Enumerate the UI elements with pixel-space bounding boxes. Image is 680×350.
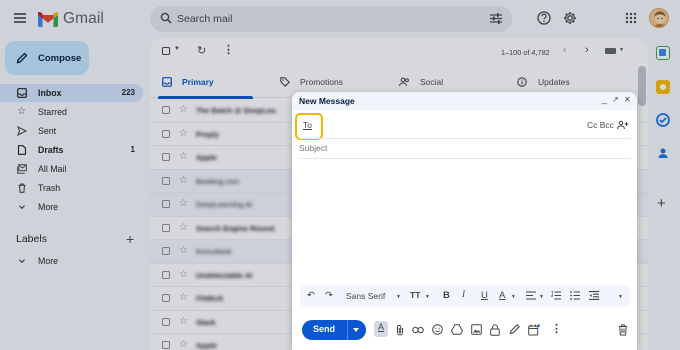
- gmail-window: Gmail Search mail Compose Inbox 223 ☆ St…: [0, 0, 680, 350]
- emoji-icon[interactable]: [432, 324, 443, 335]
- insert-link-icon[interactable]: [412, 326, 424, 334]
- send-button[interactable]: Send: [302, 320, 366, 340]
- schedule-send-dropdown-icon[interactable]: [353, 328, 359, 332]
- subject-input[interactable]: Subject: [299, 143, 327, 153]
- underline-icon[interactable]: U: [481, 290, 488, 301]
- compose-title: New Message: [299, 96, 355, 106]
- add-recipient-icon[interactable]: [617, 120, 629, 130]
- close-icon[interactable]: ✕: [624, 95, 631, 104]
- font-dropdown-icon[interactable]: ▼: [396, 294, 401, 300]
- undo-icon[interactable]: ↶: [307, 290, 315, 301]
- discard-draft-trash-icon[interactable]: [618, 324, 628, 336]
- attach-file-icon[interactable]: [395, 324, 405, 336]
- formatting-toolbar: ↶ ↷ Sans Serif ▼ TT ▼ B I U A ▼ ▼ ▼: [300, 285, 630, 307]
- numbered-list-icon[interactable]: [551, 291, 561, 300]
- schedule-calendar-icon[interactable]: [528, 324, 540, 336]
- indent-less-icon[interactable]: [589, 291, 599, 300]
- confidential-mode-icon[interactable]: [490, 324, 500, 336]
- insert-photo-icon[interactable]: [471, 324, 482, 335]
- bold-icon[interactable]: B: [443, 290, 450, 301]
- align-icon[interactable]: [526, 291, 536, 300]
- google-drive-icon[interactable]: [451, 324, 463, 335]
- expand-icon[interactable]: ↗: [612, 95, 619, 104]
- send-label: Send: [313, 324, 336, 334]
- cc-bcc-link[interactable]: Cc Bcc: [587, 120, 614, 130]
- compose-header[interactable]: New Message _ ↗ ✕: [292, 92, 637, 110]
- bulleted-list-icon[interactable]: [570, 291, 580, 300]
- italic-icon[interactable]: I: [462, 290, 465, 300]
- more-options-icon[interactable]: ⋮: [551, 322, 562, 335]
- redo-icon[interactable]: ↷: [325, 290, 333, 301]
- text-size-dropdown-icon[interactable]: ▼: [425, 294, 430, 300]
- text-size-icon[interactable]: TT: [410, 290, 420, 300]
- minimize-icon[interactable]: _: [602, 94, 607, 104]
- text-color-dropdown-icon[interactable]: ▼: [511, 294, 516, 300]
- font-family-select[interactable]: Sans Serif: [346, 291, 385, 301]
- send-divider: [347, 320, 348, 340]
- formatting-options-icon[interactable]: A: [374, 321, 388, 337]
- signature-pen-icon[interactable]: [509, 324, 520, 335]
- new-message-window: New Message _ ↗ ✕ To Cc Bcc Subject ↶ ↷ …: [292, 92, 637, 350]
- text-color-icon[interactable]: A: [499, 290, 505, 301]
- to-recipients-label[interactable]: To: [303, 120, 312, 130]
- align-dropdown-icon[interactable]: ▼: [539, 294, 544, 300]
- more-formatting-icon[interactable]: ▼: [618, 294, 623, 300]
- to-divider: [299, 138, 631, 139]
- subject-divider: [299, 158, 631, 159]
